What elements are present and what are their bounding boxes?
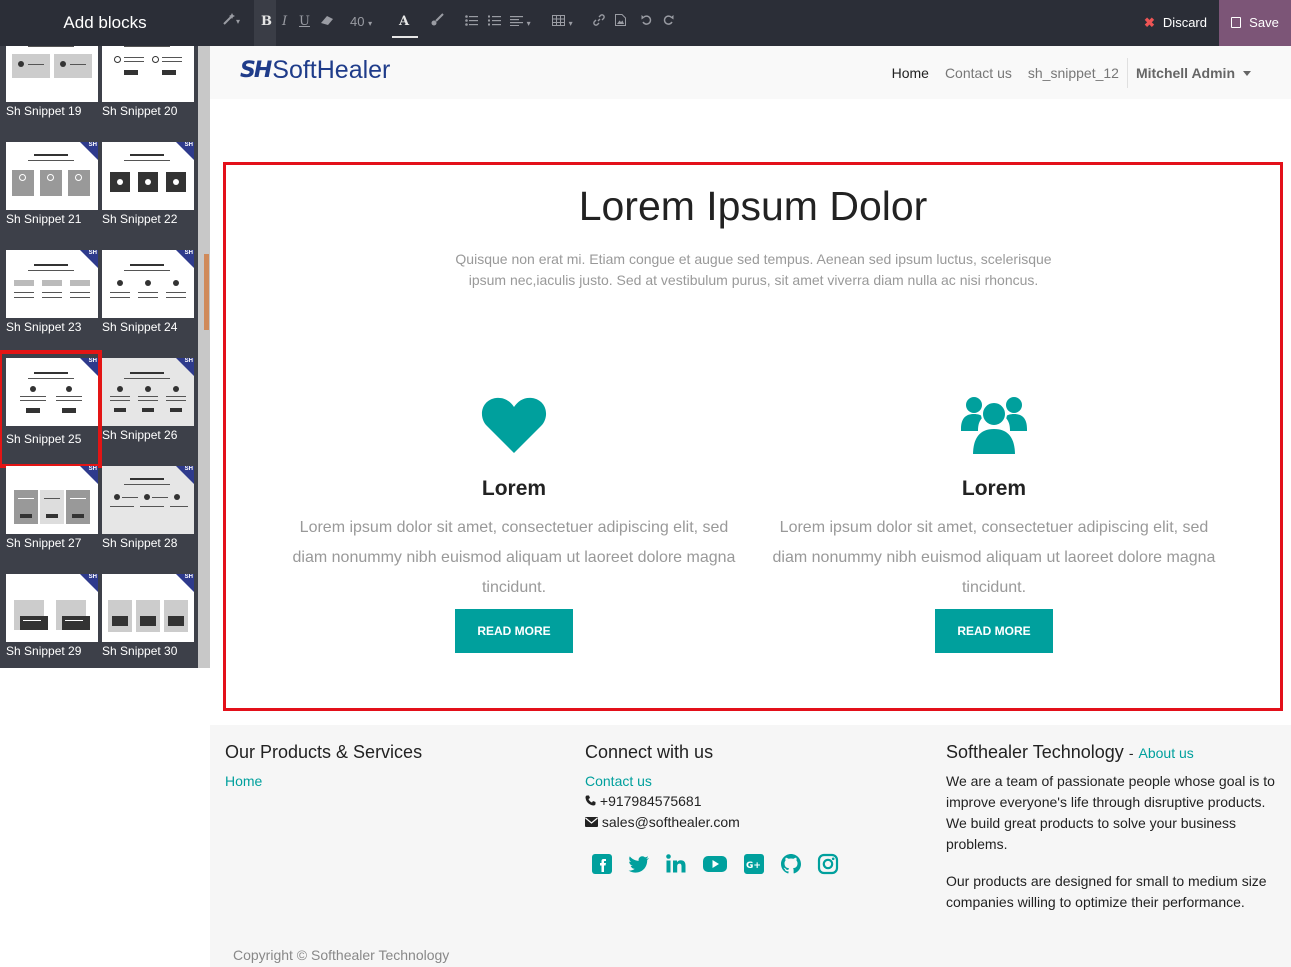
hero-subtitle[interactable]: Quisque non erat mi. Etiam congue et aug…: [441, 249, 1066, 291]
snippet-23[interactable]: SH Sh Snippet 23: [6, 250, 98, 358]
footer-about-column: Softhealer Technology - About us We are …: [946, 742, 1282, 913]
svg-text:G+: G+: [746, 861, 761, 871]
numbered-list-icon[interactable]: [488, 0, 501, 46]
snippet-28[interactable]: SH Sh Snippet 28: [102, 466, 194, 574]
footer-connect-column: Connect with us Contact us +917984575681…: [585, 742, 915, 875]
snippet-27[interactable]: SH Sh Snippet 27: [6, 466, 98, 574]
about-paragraph-1: We are a team of passionate people whose…: [946, 773, 1275, 852]
read-more-button[interactable]: READ MORE: [455, 609, 573, 653]
snippet-thumbnail: SH: [6, 574, 98, 642]
phone-icon: [585, 795, 596, 806]
italic-button[interactable]: I: [282, 0, 287, 46]
feature-card-2: Lorem Lorem ipsum dolor sit amet, consec…: [764, 390, 1224, 653]
snippet-thumbnail: SH: [102, 574, 194, 642]
website-footer: Our Products & Services Home Connect wit…: [210, 725, 1291, 967]
footer-heading: Connect with us: [585, 742, 714, 762]
envelope-icon: [585, 817, 598, 827]
save-button[interactable]: Save: [1219, 0, 1291, 46]
link-icon[interactable]: [593, 0, 605, 46]
facebook-icon[interactable]: [591, 853, 613, 875]
feature-text[interactable]: Lorem ipsum dolor sit amet, consectetuer…: [284, 513, 744, 603]
caret-down-icon: [1243, 71, 1251, 77]
snippet-19[interactable]: Sh Snippet 19: [6, 46, 98, 142]
footer-contact-link[interactable]: Contact us: [585, 773, 652, 789]
snippet-26[interactable]: SH Sh Snippet 26: [102, 358, 194, 466]
snippet-thumbnail: [6, 46, 98, 102]
snippet-30[interactable]: SH Sh Snippet 30: [102, 574, 194, 668]
email-line: sales@softhealer.com: [585, 812, 915, 833]
font-size-dropdown[interactable]: 40 ▾: [350, 0, 372, 46]
nav-contact-us[interactable]: Contact us: [945, 65, 1012, 81]
footer-home-link[interactable]: Home: [225, 773, 262, 789]
image-icon[interactable]: [615, 0, 626, 46]
discard-button[interactable]: ✖ Discard: [1132, 0, 1219, 46]
sidebar-scrollbar[interactable]: [198, 46, 210, 668]
snippet-thumbnail: SH: [6, 358, 98, 426]
snippet-24[interactable]: SH Sh Snippet 24: [102, 250, 194, 358]
softhealer-logo[interactable]: SH SoftHealer: [240, 56, 390, 84]
nav-home[interactable]: Home: [892, 65, 929, 81]
snippet-22[interactable]: SH Sh Snippet 22: [102, 142, 194, 250]
feature-heading[interactable]: Lorem: [764, 477, 1224, 501]
bold-button[interactable]: B: [261, 0, 272, 46]
snippet-thumbnail: SH: [102, 466, 194, 534]
style-dropdown-caret-icon[interactable]: ▾: [236, 0, 240, 46]
sidebar-scroll-thumb[interactable]: [204, 254, 209, 330]
snippet-29[interactable]: SH Sh Snippet 29: [6, 574, 98, 668]
snippet-thumbnail: SH: [102, 250, 194, 318]
feature-text[interactable]: Lorem ipsum dolor sit amet, consectetuer…: [764, 513, 1224, 603]
linkedin-icon[interactable]: [665, 853, 687, 875]
footer-heading: Our Products & Services: [225, 742, 423, 762]
add-blocks-panel: Add blocks Sh Snippet 19 Sh Snippet 20 S…: [0, 0, 210, 668]
phone-line: +917984575681: [585, 791, 915, 812]
youtube-icon[interactable]: [702, 853, 728, 875]
nav-sh-snippet-12[interactable]: sh_snippet_12: [1028, 65, 1119, 81]
snippet-thumbnail: SH: [102, 358, 194, 426]
undo-icon[interactable]: [641, 0, 653, 46]
instagram-icon[interactable]: [817, 853, 839, 875]
table-dropdown[interactable]: ▾: [552, 0, 573, 46]
underline-button[interactable]: U: [299, 0, 310, 46]
feature-card-1: Lorem Lorem ipsum dolor sit amet, consec…: [284, 390, 744, 653]
website-header: SH SoftHealer Home Contact us sh_snippet…: [210, 46, 1291, 99]
snippet-25[interactable]: SH Sh Snippet 25: [0, 350, 102, 468]
footer-products-column: Our Products & Services Home: [225, 742, 555, 791]
bullet-list-icon[interactable]: [465, 0, 478, 46]
snippet-thumbnail: SH: [6, 250, 98, 318]
font-color-icon[interactable]: A: [399, 0, 409, 46]
hero-title[interactable]: Lorem Ipsum Dolor: [226, 183, 1280, 230]
main-nav: Home Contact us sh_snippet_12 Mitchell A…: [876, 46, 1251, 99]
snippet-thumbnail: SH: [6, 142, 98, 210]
close-icon: ✖: [1144, 15, 1155, 30]
heart-icon: [481, 397, 547, 453]
eraser-icon[interactable]: [320, 0, 334, 46]
users-icon: [961, 397, 1027, 456]
align-dropdown[interactable]: ▾: [510, 0, 531, 46]
snippet-20[interactable]: Sh Snippet 20: [102, 46, 194, 142]
twitter-icon[interactable]: [628, 853, 650, 875]
snippet-thumbnail: SH: [102, 142, 194, 210]
footer-heading: Softhealer Technology - About us: [946, 742, 1194, 762]
snippet-thumbnail: SH: [6, 466, 98, 534]
redo-icon[interactable]: [662, 0, 674, 46]
about-paragraph-2: Our products are designed for small to m…: [946, 873, 1267, 910]
snippet-list: Sh Snippet 19 Sh Snippet 20 SH Sh Snippe…: [0, 46, 198, 668]
social-links: G+: [591, 853, 915, 875]
feature-heading[interactable]: Lorem: [284, 477, 744, 501]
panel-title: Add blocks: [0, 0, 210, 46]
magic-wand-icon[interactable]: [222, 0, 236, 46]
github-icon[interactable]: [780, 853, 802, 875]
nav-divider: [1126, 57, 1128, 88]
editor-toolbar: ▾ B I U 40 ▾ A ▾ ▾ ✖ Discard Save: [210, 0, 1291, 46]
snippet-thumbnail: [102, 46, 194, 102]
read-more-button[interactable]: READ MORE: [935, 609, 1053, 653]
copyright-text: Copyright © Softhealer Technology: [233, 947, 450, 963]
user-menu[interactable]: Mitchell Admin: [1136, 65, 1251, 81]
google-plus-icon[interactable]: G+: [743, 853, 765, 875]
paint-brush-icon[interactable]: [431, 0, 444, 46]
footer-about-link[interactable]: About us: [1139, 745, 1194, 761]
floppy-disk-icon: [1231, 17, 1242, 28]
selected-snippet-block[interactable]: Lorem Ipsum Dolor Quisque non erat mi. E…: [223, 162, 1283, 711]
snippet-21[interactable]: SH Sh Snippet 21: [6, 142, 98, 250]
